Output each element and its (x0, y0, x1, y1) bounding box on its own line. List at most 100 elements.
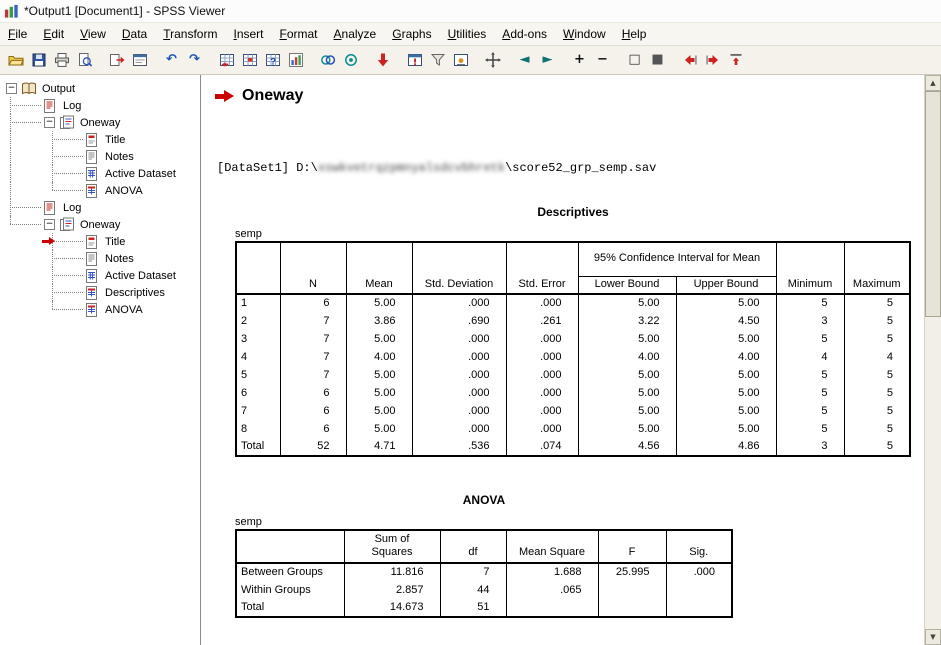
log-icon (42, 200, 58, 216)
outline-item-log[interactable]: Log (0, 199, 200, 216)
down-arrow-icon: ▼ (930, 634, 935, 641)
print-preview-button[interactable] (73, 49, 96, 71)
outline-item-oneway[interactable]: −Oneway (0, 114, 200, 131)
insert-heading-button[interactable] (724, 49, 747, 71)
demote-outline-button[interactable] (701, 49, 724, 71)
anova-table[interactable]: Sum of SquaresdfMean SquareFSig.Between … (235, 529, 733, 618)
next-output-button[interactable]: ► (536, 49, 559, 71)
tree-guide (42, 250, 84, 267)
collapse-outline-icon: − (595, 52, 611, 68)
outline-item-label: ANOVA (103, 304, 145, 316)
menu-bar: FileEditViewDataTransformInsertFormatAna… (0, 22, 941, 45)
goto-case-button[interactable] (238, 49, 261, 71)
select-cases-button[interactable] (339, 49, 362, 71)
spss-viewer-window: *Output1 [Document1] - SPSS Viewer FileE… (0, 0, 941, 645)
outline-item-log[interactable]: Log (0, 97, 200, 114)
header-row: Sum of SquaresdfMean SquareFSig. (236, 530, 732, 563)
scrollbar-thumb[interactable] (925, 91, 941, 317)
toolbar: ↶↷? ◄► +−□■ (0, 45, 941, 75)
print-button[interactable] (50, 49, 73, 71)
menu-edit[interactable]: Edit (35, 24, 72, 44)
export-button[interactable] (105, 49, 128, 71)
hide-output-button[interactable]: ■ (646, 49, 669, 71)
previous-output-button[interactable]: ◄ (513, 49, 536, 71)
cell: 5.00 (578, 420, 676, 438)
undo-button[interactable]: ↶ (160, 49, 183, 71)
show-output-button[interactable]: □ (623, 49, 646, 71)
goto-data-button[interactable] (215, 49, 238, 71)
menu-format[interactable]: Format (272, 24, 326, 44)
collapse-outline-button[interactable]: − (591, 49, 614, 71)
descriptives-table[interactable]: NMeanStd. DeviationStd. Error95% Confide… (235, 241, 911, 457)
menu-data[interactable]: Data (114, 24, 155, 44)
cell: 11.816 (344, 563, 440, 581)
scroll-down-button[interactable]: ▼ (925, 629, 941, 645)
cell: 25.995 (598, 563, 666, 581)
menu-help[interactable]: Help (614, 24, 655, 44)
outline-item-title[interactable]: Title (0, 131, 200, 148)
filter-cases-button[interactable] (426, 49, 449, 71)
recall-dialogs-button[interactable] (128, 49, 151, 71)
vertical-scrollbar[interactable]: ▲ ▼ (924, 75, 941, 645)
cell: 6 (280, 420, 346, 438)
redo-button[interactable]: ↷ (183, 49, 206, 71)
crosshair-button[interactable] (481, 49, 504, 71)
column-header: Std. Deviation (412, 242, 506, 294)
cell: 5.00 (676, 366, 776, 384)
title-icon (84, 234, 100, 250)
expander-collapse-box[interactable]: − (44, 219, 55, 230)
scroll-up-button[interactable]: ▲ (925, 75, 941, 91)
variables-button[interactable]: ? (261, 49, 284, 71)
select-last-output-button[interactable] (371, 49, 394, 71)
menu-addons[interactable]: Add-ons (494, 24, 555, 44)
spss-app-icon (4, 4, 19, 19)
outline-item-active-dataset[interactable]: Active Dataset (0, 267, 200, 284)
menu-file[interactable]: File (0, 24, 35, 44)
expand-outline-button[interactable]: + (568, 49, 591, 71)
designate-window-button[interactable] (403, 49, 426, 71)
cell: 4.50 (676, 312, 776, 330)
scrollbar-track[interactable] (925, 91, 941, 629)
column-header: Mean Square (506, 530, 598, 563)
weight-cases-button[interactable] (449, 49, 472, 71)
menu-insert[interactable]: Insert (225, 24, 271, 44)
table-icon (84, 183, 100, 199)
menu-graphs[interactable]: Graphs (384, 24, 439, 44)
open-button[interactable] (4, 49, 27, 71)
menu-analyze[interactable]: Analyze (326, 24, 385, 44)
previous-output-icon: ◄ (517, 52, 533, 68)
promote-outline-button[interactable] (678, 49, 701, 71)
menu-utilities[interactable]: Utilities (440, 24, 495, 44)
expander-collapse-box[interactable]: − (44, 117, 55, 128)
outline-item-output[interactable]: −Output (0, 80, 200, 97)
demote-outline-icon (705, 52, 721, 68)
menu-view[interactable]: View (72, 24, 114, 44)
outline-item-anova[interactable]: ANOVA (0, 301, 200, 318)
outline-item-notes[interactable]: Notes (0, 148, 200, 165)
outline-item-anova[interactable]: ANOVA (0, 182, 200, 199)
cell: 4 (844, 348, 910, 366)
cell: 5 (844, 384, 910, 402)
outline-item-descriptives[interactable]: Descriptives (0, 284, 200, 301)
outline-item-active-dataset[interactable]: Active Dataset (0, 165, 200, 182)
descriptives-title: Descriptives (235, 205, 911, 219)
menu-transform[interactable]: Transform (155, 24, 225, 44)
outline-item-oneway[interactable]: −Oneway (0, 216, 200, 233)
save-button[interactable] (27, 49, 50, 71)
dataset-path: [DataSet1] D:\xswkvetrqzpmnyalsdcvbhretk… (217, 161, 924, 175)
row-label: 2 (236, 312, 280, 330)
outline-item-title[interactable]: Title (0, 233, 200, 250)
outline-item-notes[interactable]: Notes (0, 250, 200, 267)
select-last-output-icon (375, 52, 391, 68)
insert-chart-button[interactable] (284, 49, 307, 71)
goto-data-icon (219, 52, 235, 68)
cell: .000 (506, 420, 578, 438)
menu-window[interactable]: Window (555, 24, 614, 44)
window-title: *Output1 [Document1] - SPSS Viewer (24, 4, 225, 18)
column-header: Sum of Squares (344, 530, 440, 563)
outline-item-label: Log (61, 100, 83, 112)
cell: 5.00 (676, 402, 776, 420)
expander-collapse-box[interactable]: − (6, 83, 17, 94)
table-row: 474.00.000.0004.004.0044 (236, 348, 910, 366)
use-sets-button[interactable] (316, 49, 339, 71)
